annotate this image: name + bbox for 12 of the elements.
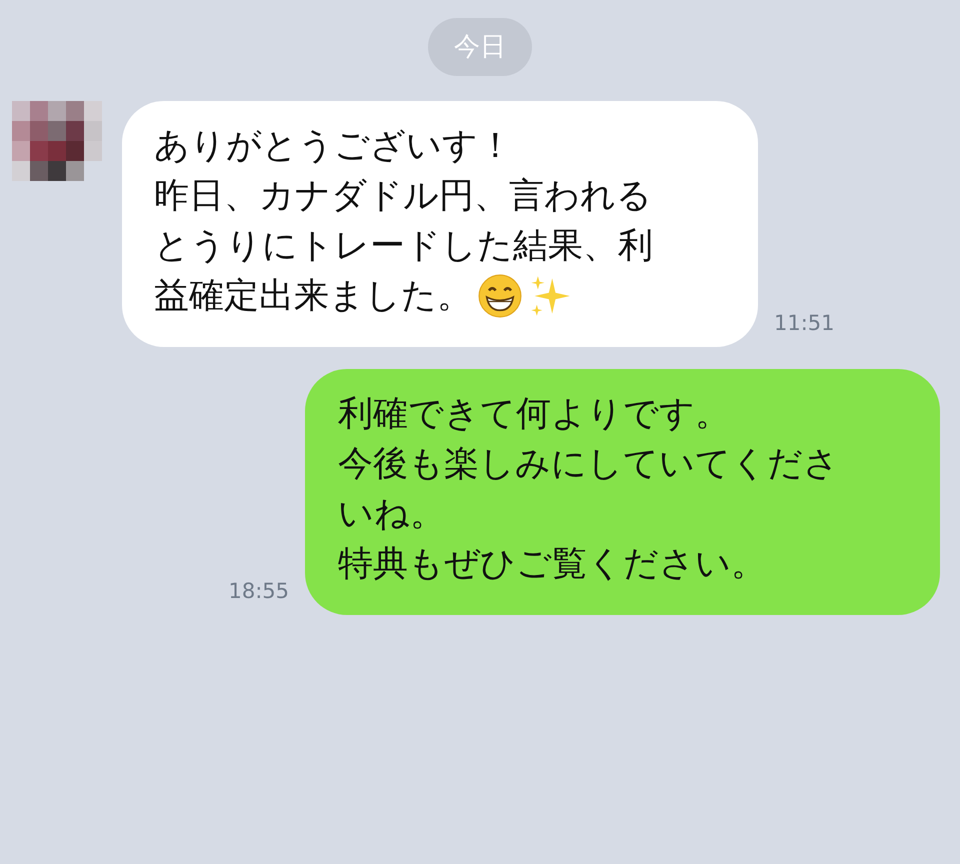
- message-text: ありがとうございす！: [154, 125, 513, 168]
- message-text: 益確定出来ました。: [154, 275, 472, 318]
- message-text: いね。: [338, 493, 445, 536]
- grinning-face-icon: [478, 274, 522, 318]
- message-text: 今後も楽しみにしていてくださ: [338, 443, 839, 486]
- message-text: 昨日、カナダドル円、言われる: [154, 175, 652, 218]
- message-text: 利確できて何よりです。: [338, 393, 730, 436]
- date-label: 今日: [428, 18, 532, 76]
- message-text: とうりにトレードした結果、利: [154, 225, 653, 268]
- message-time: 11:51: [774, 311, 835, 335]
- message-time: 18:55: [228, 579, 289, 603]
- message-text: 特典もぜひご覧ください。: [338, 543, 766, 586]
